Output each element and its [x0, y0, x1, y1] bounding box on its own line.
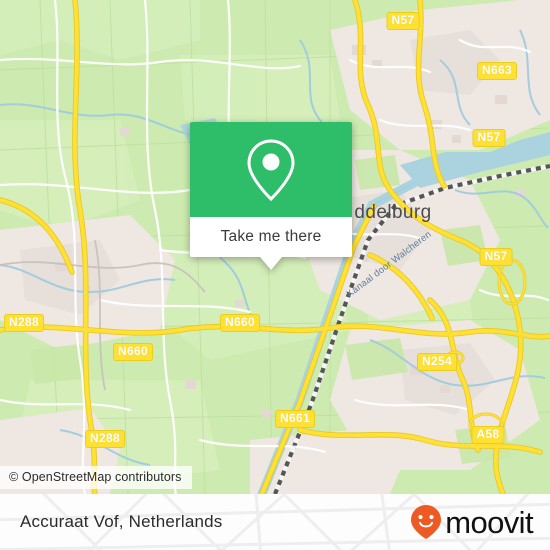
- map-screenshot: ddelburg Kanaal door Walcheren N57 N663 …: [0, 0, 550, 550]
- road-shield-n57-north[interactable]: N57: [386, 12, 420, 30]
- road-shield-n288-south[interactable]: N288: [85, 430, 125, 448]
- map-pin-icon: [247, 138, 295, 201]
- road-shield-n288-west[interactable]: N288: [4, 314, 44, 332]
- road-shield-n660-west[interactable]: N660: [113, 343, 153, 361]
- road-shield-a58[interactable]: A58: [471, 426, 505, 444]
- location-popup-card[interactable]: Take me there: [190, 122, 352, 270]
- road-shield-n254[interactable]: N254: [417, 353, 457, 371]
- place-label-middelburg: ddelburg: [354, 202, 432, 223]
- popup-action[interactable]: Take me there: [190, 217, 352, 257]
- road-shield-n661[interactable]: N661: [275, 410, 315, 428]
- road-shield-n57-east[interactable]: N57: [472, 129, 506, 147]
- road-shield-n663[interactable]: N663: [477, 62, 517, 80]
- osm-attribution[interactable]: © OpenStreetMap contributors: [0, 466, 192, 489]
- moovit-logo[interactable]: moovit: [409, 494, 534, 550]
- moovit-pin-icon: [411, 505, 442, 539]
- road-shield-n660-east[interactable]: N660: [220, 314, 260, 332]
- take-me-there-label: Take me there: [220, 228, 322, 245]
- page-title: Accuraat Vof, Netherlands: [20, 512, 223, 531]
- footer-bar: Accuraat Vof, Netherlands moovit: [0, 494, 550, 550]
- moovit-wordmark: moovit: [445, 504, 533, 540]
- popup-tail: [260, 257, 282, 270]
- popup-header: [190, 122, 352, 217]
- map-viewport[interactable]: ddelburg Kanaal door Walcheren N57 N663 …: [0, 0, 550, 494]
- road-shield-n57-mid[interactable]: N57: [479, 248, 513, 266]
